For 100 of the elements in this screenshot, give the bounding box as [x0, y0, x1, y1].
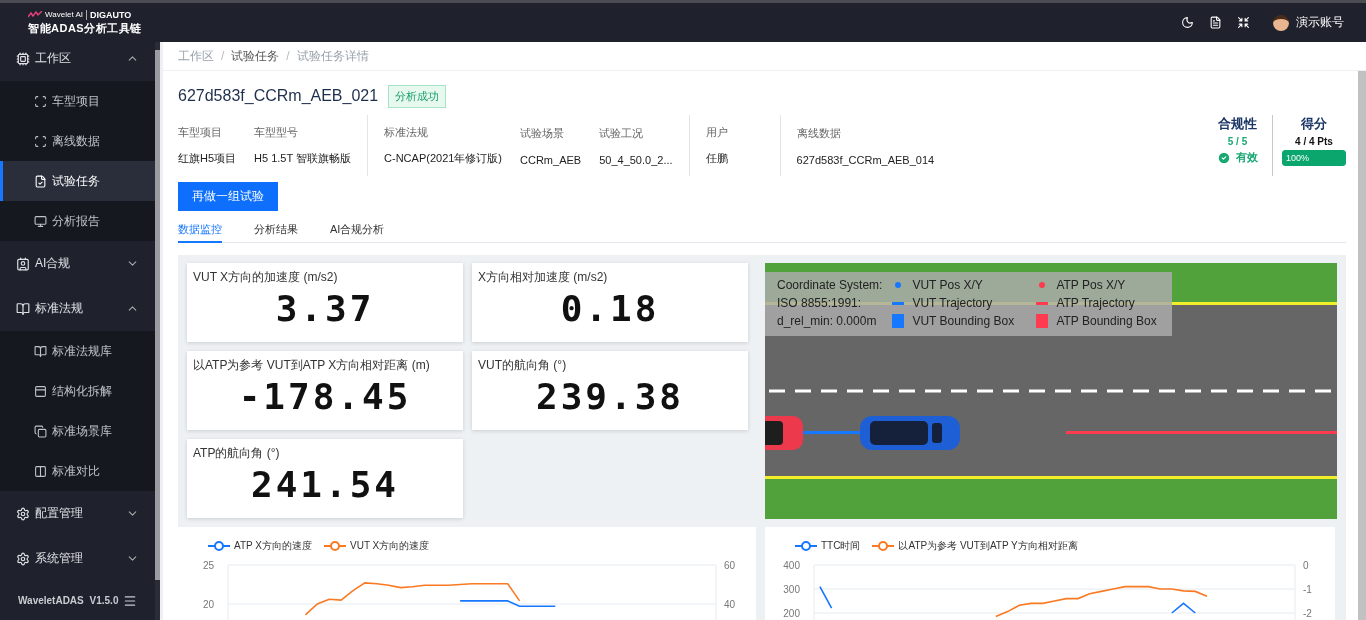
menu-item[interactable]: 分析报告: [0, 201, 155, 241]
menu-item[interactable]: 试验任务: [0, 161, 155, 201]
legend-label: VUT Bounding Box: [912, 314, 1015, 328]
field-value: 50_4_50.0_2...: [599, 153, 673, 166]
legend-label: VUT X方向的速度: [350, 539, 430, 553]
menu-group-icon: [16, 551, 30, 566]
digital-readout: -178.45: [238, 376, 412, 417]
field-label: 标准法规: [384, 124, 430, 140]
axis-tick-label: 400: [783, 560, 800, 571]
legend-label: ATP X方向的速度: [234, 539, 312, 553]
axis-tick-label: -2: [1303, 608, 1312, 620]
digital-readout: 241.54: [250, 464, 399, 505]
legend-marker-icon[interactable]: [795, 541, 817, 551]
legend-marker-icon[interactable]: [324, 541, 346, 551]
field-value: 红旗H5项目: [178, 151, 237, 167]
legend-marker-icon[interactable]: [872, 541, 895, 551]
breadcrumb-separator: /: [286, 49, 290, 63]
menu-group-icon: [16, 301, 30, 316]
user-name[interactable]: 演示账号: [1296, 14, 1344, 31]
legend-label: ATP Trajectory: [1056, 296, 1135, 310]
logo-partner: DIGAUTO: [85, 9, 132, 20]
axis-tick-label: 300: [783, 584, 800, 595]
menu-item[interactable]: 离线数据: [0, 121, 155, 161]
status-badge: 分析成功: [388, 84, 447, 108]
digital-readout: 239.38: [535, 376, 684, 417]
field-label: 车型型号: [254, 124, 300, 140]
axis-tick-label: 0: [1303, 560, 1309, 571]
check-circle-icon: [1217, 150, 1231, 165]
menu-group[interactable]: AI合规: [0, 241, 155, 286]
task-title: 627d583f_CCRm_AEB_021: [178, 87, 379, 105]
scrollbar-thumb[interactable]: [1358, 71, 1366, 620]
redo-test-button[interactable]: 再做一组试验: [178, 182, 278, 211]
menu-item-label: 试验任务: [52, 172, 100, 190]
gauge-title: 以ATP为参考 VUT到ATP X方向相对距离 (m): [193, 357, 431, 374]
legend-info-text: ISO 8855:1991:: [777, 295, 863, 312]
logo-brand: Wavelet AI: [45, 10, 83, 19]
field-value: 任鹏: [705, 151, 729, 167]
score-points: 4 / 4 Pts: [1295, 136, 1333, 147]
menu-item-icon: [34, 174, 47, 188]
menu-item[interactable]: 车型项目: [0, 81, 155, 121]
moon-icon[interactable]: [1181, 16, 1194, 29]
menu-item[interactable]: 标准场景库: [0, 411, 155, 451]
digital-readout: 3.37: [275, 288, 375, 329]
gauge-title: VUT X方向的加速度 (m/s2): [193, 269, 339, 286]
menu-group-label: AI合规: [35, 255, 71, 272]
menu-group[interactable]: 配置管理: [0, 491, 155, 536]
collapse-menu-icon[interactable]: [123, 593, 137, 608]
menu-item-label: 离线数据: [52, 132, 100, 150]
menu-item-label: 分析报告: [52, 212, 100, 230]
field-label: 试验工况: [599, 125, 645, 141]
legend-label: ATP Bounding Box: [1056, 314, 1157, 328]
gauge-title: X方向相对加速度 (m/s2): [478, 269, 609, 286]
app-title: 智能ADAS分析工具链: [28, 20, 142, 36]
axis-tick-label: 200: [783, 608, 800, 620]
axis-tick-label: 20: [202, 599, 214, 610]
menu-item[interactable]: 标准对比: [0, 451, 155, 491]
menu-item[interactable]: 标准法规库: [0, 331, 155, 371]
menu-group[interactable]: 系统管理: [0, 536, 155, 581]
menu-item-label: 结构化拆解: [52, 382, 112, 400]
gauge-title: VUT的航向角 (°): [478, 357, 568, 374]
legend-marker-icon[interactable]: [208, 541, 230, 551]
tab[interactable]: 分析结果: [254, 218, 298, 243]
menu-item-icon: [34, 134, 47, 148]
avatar-icon[interactable]: [1273, 14, 1289, 31]
field-label: 用户: [705, 124, 729, 140]
car-icon: [765, 416, 803, 450]
version-label: WaveletADAS V1.5.0: [18, 595, 119, 606]
breadcrumb-link[interactable]: 试验任务: [231, 47, 280, 65]
tab[interactable]: AI合规分析: [330, 218, 385, 243]
compliance-title: 合规性: [1218, 115, 1257, 133]
axis-tick-label: 60: [724, 560, 736, 571]
field-value: CCRm_AEB: [520, 153, 582, 166]
menu-item-icon: [34, 214, 47, 228]
menu-item-label: 标准对比: [52, 462, 100, 480]
field-value: 627d583f_CCRm_AEB_014: [796, 153, 935, 166]
field-label: 车型项目: [178, 124, 223, 140]
legend-label: ATP Pos X/Y: [1056, 278, 1126, 292]
menu-group-icon: [16, 256, 30, 271]
wave-logo-icon: [28, 11, 42, 18]
compliance-count: 5 / 5: [1227, 136, 1248, 147]
document-icon[interactable]: [1209, 16, 1222, 29]
legend-label: VUT Pos X/Y: [912, 278, 983, 292]
menu-item-label: 车型项目: [52, 92, 100, 110]
tab[interactable]: 数据监控: [178, 218, 222, 243]
menu-item-label: 标准法规库: [52, 342, 112, 360]
menu-group-label: 系统管理: [35, 550, 83, 567]
fullscreen-icon[interactable]: [1237, 16, 1250, 29]
legend-label: 以ATP为参考 VUT到ATP Y方向相对距离: [898, 539, 1078, 553]
menu-item[interactable]: 结构化拆解: [0, 371, 155, 411]
menu-item-icon: [34, 384, 47, 398]
menu-group[interactable]: 标准法规: [0, 286, 155, 331]
scrollbar-thumb[interactable]: [155, 50, 160, 580]
score-percent: 100%: [1285, 153, 1310, 163]
menu-item-icon: [34, 344, 47, 358]
menu-group-label: 工作区: [35, 50, 71, 67]
trajectory-line: [803, 431, 860, 434]
legend-info-text: d_rel_min: 0.000m: [777, 313, 878, 330]
digital-readout: 0.18: [560, 288, 660, 329]
menu-group-icon: [16, 506, 30, 521]
menu-group[interactable]: 工作区: [0, 42, 155, 81]
